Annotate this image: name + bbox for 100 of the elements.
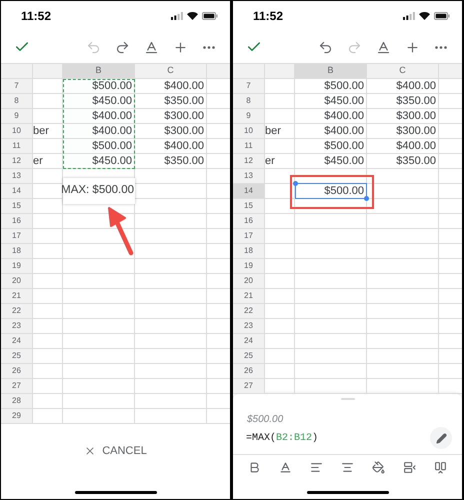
row-header[interactable]: 11 [233,139,265,153]
text-color-icon [279,461,292,474]
row-header[interactable]: 14 [233,184,265,198]
bold-icon [248,461,261,474]
row-header[interactable]: 25 [233,349,265,363]
row-header[interactable]: 26 [233,364,265,378]
row-header[interactable]: 8 [1,94,33,108]
row-header[interactable]: 15 [233,199,265,213]
battery-icon [202,12,218,20]
edit-button[interactable] [430,427,452,449]
row-header[interactable]: 11 [1,139,33,153]
table-cell-text: $300.00 [164,124,204,139]
row-header[interactable]: 7 [233,79,265,93]
row-header[interactable]: 10 [233,124,265,138]
selection-handle[interactable] [364,196,369,201]
row-header[interactable]: 13 [233,169,265,183]
table-cell: ber [265,124,281,138]
row-header[interactable]: 7 [1,79,33,93]
row-header[interactable]: 21 [1,289,33,303]
row-header[interactable]: 8 [233,94,265,108]
row-header[interactable]: 22 [233,304,265,318]
table-cell: $400.00 [63,124,135,138]
row-header[interactable]: 28 [1,394,33,408]
drag-handle[interactable] [340,398,354,400]
insert-row-button[interactable] [402,460,418,476]
row-header[interactable]: 9 [233,109,265,123]
table-cell: $500.00 [63,79,135,93]
more-icon [203,46,215,48]
row-header[interactable]: 24 [1,334,33,348]
paint-bucket-icon [372,461,385,474]
row-header[interactable]: 12 [233,154,265,168]
row-header[interactable]: 18 [1,244,33,258]
row-header[interactable]: 16 [1,214,33,228]
row-header[interactable]: 22 [1,304,33,318]
table-cell-text: $400.00 [164,79,204,94]
column-header[interactable]: B [63,64,135,78]
row-header[interactable]: 17 [233,229,265,243]
row-header[interactable]: 23 [1,319,33,333]
row-header[interactable]: 13 [1,169,33,183]
table-cell: $500.00 [295,79,367,93]
redo-icon [114,40,130,54]
table-cell: $450.00 [295,94,367,108]
insert-column-button[interactable] [432,460,448,476]
row-header[interactable]: 23 [233,319,265,333]
signal-icon [171,12,183,20]
table-cell: er [265,154,275,168]
row-header[interactable]: 29 [1,409,33,423]
undo-icon [318,40,332,54]
row-header[interactable]: 19 [1,259,33,273]
row-header[interactable]: 27 [1,379,33,393]
table-cell-text: $400.00 [164,138,204,154]
row-header[interactable]: 9 [1,109,33,123]
column-header[interactable]: C [135,64,207,78]
row-header[interactable]: 26 [1,364,33,378]
table-cell: $400.00 [63,109,135,123]
selection-handle[interactable] [293,181,298,186]
row-header[interactable]: 19 [233,259,265,273]
cancel-button[interactable]: CANCEL [84,443,147,460]
active-cell[interactable]: $500.00 [295,183,367,199]
wifi-icon [187,12,198,20]
table-cell-text: $350.00 [164,94,204,109]
row-header[interactable]: 10 [1,124,33,138]
status-time: 11:52 [253,8,284,25]
plus-icon [172,40,188,54]
signal-icon [403,12,415,20]
row-header[interactable]: 20 [233,274,265,288]
table-cell: $500.00 [295,139,367,153]
cell-input-text: MAX: $500.00 [61,183,134,198]
table-cell-text: $350.00 [164,154,204,169]
table-cell: $450.00 [295,154,367,168]
row-header[interactable]: 14 [1,184,33,198]
row-header[interactable]: 25 [1,349,33,363]
align-left-icon [310,461,323,474]
close-icon [84,445,96,458]
column-header[interactable]: B [295,64,367,78]
row-header[interactable]: 27 [233,379,265,393]
column-header[interactable]: C [367,64,439,78]
wifi-icon [419,12,430,20]
arrow-icon [105,206,135,256]
row-header[interactable]: 20 [1,274,33,288]
table-cell-text: $300.00 [164,108,204,124]
paint-bucket-button[interactable] [370,460,386,476]
row-header[interactable]: 16 [233,214,265,228]
row-header[interactable]: 15 [1,199,33,213]
row-header[interactable]: 24 [233,334,265,348]
row-header[interactable]: 18 [233,244,265,258]
formula-text[interactable]: =MAX(B2:B12) [246,430,318,446]
undo-icon [86,40,100,54]
row-header[interactable]: 12 [1,154,33,168]
insert-row-icon [403,461,416,474]
more-icon [435,46,447,48]
table-cell: $450.00 [63,154,135,168]
row-header[interactable]: 17 [1,229,33,243]
redo-icon [346,40,362,54]
insert-column-icon [434,461,447,474]
text-color-button[interactable] [278,460,294,476]
text-format-icon [376,40,390,54]
row-header[interactable]: 21 [233,289,265,303]
table-cell: $500.00 [63,139,135,153]
cell-editor[interactable]: MAX: $500.00 [63,178,135,204]
